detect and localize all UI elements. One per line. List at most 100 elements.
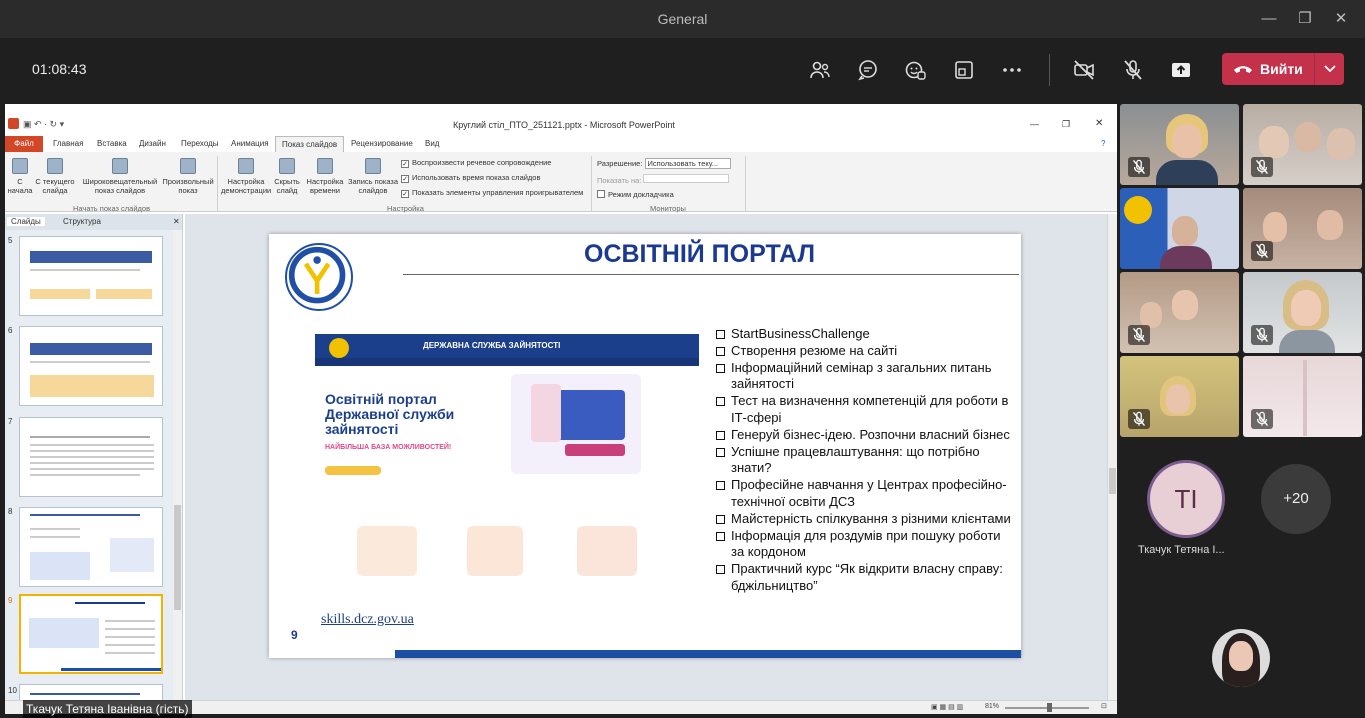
participant-video-tile[interactable]	[1243, 272, 1362, 353]
computer-illustration	[511, 374, 641, 474]
thumb-line	[105, 636, 155, 638]
minimize-icon[interactable]: —	[1259, 9, 1279, 29]
leave-dropdown[interactable]	[1314, 53, 1344, 85]
participant-video-tile[interactable]	[1120, 272, 1239, 353]
reactions-icon[interactable]	[903, 58, 927, 82]
setup-show-button[interactable]: Настройка демонстрации	[221, 158, 271, 195]
rehearse-timings-button[interactable]: Настройка времени	[305, 158, 345, 195]
list-item: Інформаційний семінар з загальних питань…	[715, 360, 1015, 394]
participant-figure	[1156, 160, 1218, 185]
thumb-line	[30, 269, 140, 271]
tab-animation[interactable]: Анимация	[231, 139, 269, 148]
participant-video-tile[interactable]	[1243, 356, 1362, 437]
thumb-block	[30, 289, 90, 299]
slide-thumbnail-selected[interactable]	[19, 594, 163, 674]
fit-window-icon[interactable]: ⊡	[1101, 702, 1107, 710]
participant-video-tile[interactable]	[1243, 104, 1362, 185]
thumb-line	[30, 450, 154, 452]
slide-thumbnail[interactable]	[19, 507, 163, 587]
thumb-number: 6	[8, 326, 13, 335]
thumb-line	[30, 536, 80, 538]
title-rule	[403, 274, 1019, 275]
ppt-title: Круглий стіл_ПТО_251121.pptx - Microsoft…	[453, 120, 675, 130]
tab-design[interactable]: Дизайн	[139, 139, 166, 148]
tab-slideshow[interactable]: Показ слайдов	[275, 136, 345, 152]
record-show-button[interactable]: Запись показа слайдов	[345, 158, 401, 195]
ppt-ribbon: С начала С текущего слайда Широковещател…	[5, 152, 1117, 213]
scrollbar-thumb[interactable]	[1109, 468, 1116, 494]
participant-figure	[1279, 330, 1335, 353]
from-start-button[interactable]: С начала	[7, 158, 33, 195]
list-item: Практичний курс “Як відкрити власну спра…	[715, 561, 1015, 595]
portal-cta-button	[325, 466, 381, 475]
people-icon[interactable]	[808, 58, 832, 82]
portal-nav	[315, 358, 699, 366]
maximize-icon[interactable]: ❐	[1295, 9, 1315, 29]
from-current-button[interactable]: С текущего слайда	[33, 158, 77, 195]
help-icon[interactable]: ?	[1101, 139, 1105, 148]
more-participants-button[interactable]: +20	[1261, 464, 1331, 534]
monitor-shape	[555, 390, 625, 440]
current-slide[interactable]: ОСВІТНІЙ ПОРТАЛ ДЕРЖАВНА СЛУЖБА ЗАЙНЯТОС…	[269, 234, 1021, 658]
participant-avatar[interactable]: TI	[1147, 460, 1225, 538]
scrollbar-thumb[interactable]	[174, 505, 181, 610]
chat-icon[interactable]	[856, 58, 880, 82]
more-icon[interactable]	[1000, 58, 1024, 82]
group-setup: Настройка	[387, 204, 424, 213]
custom-show-button[interactable]: Произвольный показ	[161, 158, 215, 195]
mic-off-icon	[1251, 241, 1273, 261]
slide-thumbnail[interactable]	[19, 236, 163, 316]
employers-illustration	[357, 526, 417, 576]
rooms-icon[interactable]	[952, 58, 976, 82]
quick-access-icon[interactable]: ▣ ↶ · ↻ ▾	[23, 119, 64, 130]
slide-thumbnail[interactable]	[19, 326, 163, 406]
thumb-line	[30, 474, 140, 476]
share-icon[interactable]	[1169, 58, 1193, 82]
close-icon[interactable]: ✕	[1331, 9, 1351, 29]
presenter-view-checkbox[interactable]: Режим докладчика	[597, 190, 674, 199]
checkbox-bullet-icon	[716, 346, 725, 356]
narration-checkbox[interactable]: ✓ Воспроизвести речевое сопровождение	[401, 158, 551, 168]
ppt-close-icon[interactable]: ✕	[1095, 118, 1103, 129]
tab-file[interactable]: Файл	[5, 136, 43, 152]
show-on-select[interactable]: Показать на:	[597, 174, 730, 185]
view-buttons-icon[interactable]: ▣ ▦ ▤ ▥	[931, 703, 963, 711]
participant-video-tile[interactable]	[1243, 188, 1362, 269]
camera-off-icon[interactable]	[1072, 58, 1096, 82]
zoom-slider-thumb[interactable]	[1047, 703, 1052, 712]
slide-thumbnail[interactable]	[19, 417, 163, 497]
thumb-block	[96, 289, 152, 299]
shared-screen: ▣ ↶ · ↻ ▾ Круглий стіл_ПТО_251121.pptx -…	[5, 104, 1117, 718]
thumb-line	[30, 462, 154, 464]
powerpoint-icon	[8, 118, 19, 129]
tab-view[interactable]: Вид	[425, 139, 439, 148]
tab-transitions[interactable]: Переходы	[181, 139, 219, 148]
resolution-select[interactable]: Разрешение: Использовать теку...	[597, 158, 731, 169]
thumb-line	[30, 528, 80, 530]
ppt-minimize-icon[interactable]: —	[1030, 119, 1039, 129]
panel-close-icon[interactable]: ✕	[169, 217, 184, 226]
leave-button[interactable]: Вийти	[1222, 53, 1344, 85]
ppt-restore-icon[interactable]: ❐	[1062, 119, 1070, 130]
window-titlebar: General — ❐ ✕	[0, 0, 1365, 38]
mic-off-icon[interactable]	[1121, 58, 1145, 82]
self-video[interactable]	[1212, 629, 1270, 687]
slides-scrollbar[interactable]	[173, 230, 182, 710]
participant-video-tile[interactable]	[1120, 188, 1239, 269]
participant-video-tile[interactable]	[1120, 356, 1239, 437]
canvas-scrollbar[interactable]	[1107, 214, 1117, 700]
tab-insert[interactable]: Вставка	[97, 139, 127, 148]
hide-slide-icon	[279, 158, 295, 174]
hide-slide-button[interactable]: Скрыть слайд	[271, 158, 303, 195]
broadcast-button[interactable]: Широковещательный показ слайдов	[81, 158, 159, 195]
media-controls-checkbox[interactable]: ✓ Показать элементы управления проигрыват…	[401, 188, 583, 198]
tab-outline-panel[interactable]: Структура	[59, 217, 105, 226]
tab-home[interactable]: Главная	[53, 139, 83, 148]
participant-video-tile[interactable]	[1120, 104, 1239, 185]
tab-review[interactable]: Рецензирование	[351, 139, 413, 148]
chevron-down-icon	[1324, 65, 1336, 73]
timings-checkbox[interactable]: ✓ Использовать время показа слайдов	[401, 173, 540, 183]
list-item: StartBusinessChallenge	[715, 326, 1015, 343]
tab-slides-panel[interactable]: Слайды	[7, 217, 45, 226]
bullet-list: StartBusinessChallenge Створення резюме …	[715, 326, 1015, 595]
